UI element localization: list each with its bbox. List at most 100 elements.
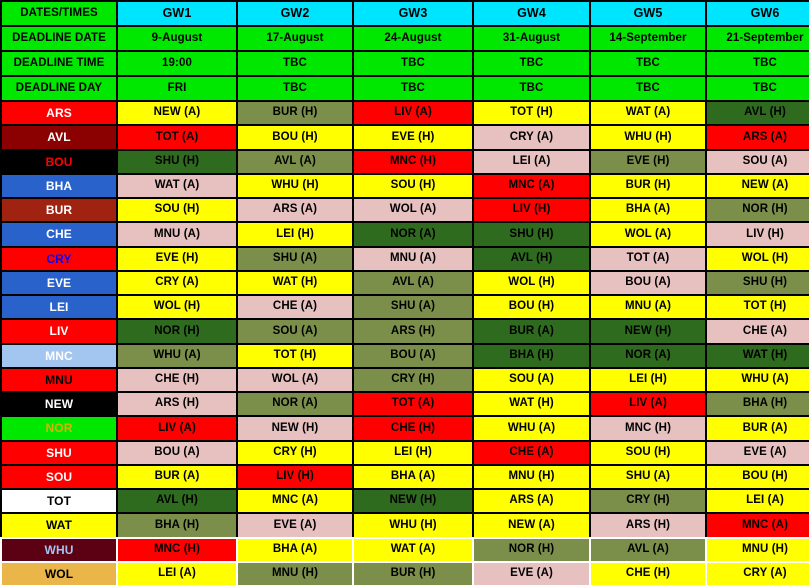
fixture-tot-gw6[interactable]: LEI (A) [707,490,809,513]
fixture-bha-gw3[interactable]: SOU (H) [354,174,472,197]
fixture-eve-gw5[interactable]: BOU (A) [591,271,705,294]
fixture-bur-gw3[interactable]: WOL (A) [354,199,472,222]
fixture-tot-gw2[interactable]: MNC (A) [238,490,352,513]
fixture-ars-gw3[interactable]: LIV (A) [354,102,472,125]
fixture-new-gw4[interactable]: WAT (H) [474,393,589,416]
fixture-bou-gw3[interactable]: MNC (H) [354,150,472,173]
header-gameweek-3[interactable]: GW3 [354,2,472,25]
fixture-eve-gw4[interactable]: WOL (H) [474,271,589,294]
fixture-avl-gw1[interactable]: TOT (A) [118,126,236,149]
fixture-bur-gw4[interactable]: LIV (H) [474,199,589,222]
fixture-bou-gw5[interactable]: EVE (H) [591,150,705,173]
fixture-bha-gw6[interactable]: NEW (A) [707,174,809,197]
fixture-ars-gw1[interactable]: NEW (A) [118,102,236,125]
fixture-bha-gw5[interactable]: BUR (H) [591,174,705,197]
fixture-bou-gw6[interactable]: SOU (A) [707,150,809,173]
fixture-nor-gw2[interactable]: NEW (H) [238,417,352,440]
fixture-ars-gw4[interactable]: TOT (H) [474,102,589,125]
fixture-mnu-gw4[interactable]: SOU (A) [474,368,589,391]
fixture-eve-gw1[interactable]: CRY (A) [118,271,236,294]
fixture-bha-gw2[interactable]: WHU (H) [238,174,352,197]
team-label-liv[interactable]: LIV [2,320,116,343]
fixture-mnu-gw6[interactable]: WHU (A) [707,368,809,391]
fixture-sou-gw6[interactable]: BOU (H) [707,465,809,488]
team-label-wol[interactable]: WOL [2,562,116,585]
fixture-mnc-gw2[interactable]: TOT (H) [238,344,352,367]
fixture-avl-gw3[interactable]: EVE (H) [354,126,472,149]
fixture-sou-gw1[interactable]: BUR (A) [118,465,236,488]
fixture-wat-gw1[interactable]: BHA (H) [118,514,236,537]
fixture-shu-gw5[interactable]: SOU (H) [591,441,705,464]
fixture-sou-gw2[interactable]: LIV (H) [238,465,352,488]
fixture-lei-gw1[interactable]: WOL (H) [118,296,236,319]
fixture-cry-gw6[interactable]: WOL (H) [707,247,809,270]
fixture-avl-gw4[interactable]: CRY (A) [474,126,589,149]
fixture-nor-gw5[interactable]: MNC (H) [591,417,705,440]
fixture-liv-gw3[interactable]: ARS (H) [354,320,472,343]
team-label-avl[interactable]: AVL [2,126,116,149]
fixture-wol-gw1[interactable]: LEI (A) [118,562,236,585]
fixture-wat-gw2[interactable]: EVE (A) [238,514,352,537]
team-label-sou[interactable]: SOU [2,465,116,488]
fixture-mnu-gw1[interactable]: CHE (H) [118,368,236,391]
header-gameweek-1[interactable]: GW1 [118,2,236,25]
fixture-lei-gw3[interactable]: SHU (A) [354,296,472,319]
team-label-mnu[interactable]: MNU [2,368,116,391]
fixture-lei-gw5[interactable]: MNU (A) [591,296,705,319]
fixture-bur-gw1[interactable]: SOU (H) [118,199,236,222]
fixture-bou-gw2[interactable]: AVL (A) [238,150,352,173]
fixture-eve-gw2[interactable]: WAT (H) [238,271,352,294]
fixture-whu-gw2[interactable]: BHA (A) [238,538,352,561]
fixture-new-gw1[interactable]: ARS (H) [118,393,236,416]
header-gameweek-2[interactable]: GW2 [238,2,352,25]
fixture-wat-gw6[interactable]: MNC (A) [707,514,809,537]
fixture-mnu-gw2[interactable]: WOL (A) [238,368,352,391]
fixture-mnc-gw6[interactable]: WAT (H) [707,344,809,367]
team-label-nor[interactable]: NOR [2,417,116,440]
team-label-whu[interactable]: WHU [2,538,116,561]
fixture-liv-gw2[interactable]: SOU (A) [238,320,352,343]
fixture-che-gw1[interactable]: MNU (A) [118,223,236,246]
fixture-cry-gw4[interactable]: AVL (H) [474,247,589,270]
fixture-tot-gw5[interactable]: CRY (H) [591,490,705,513]
fixture-wol-gw3[interactable]: BUR (H) [354,562,472,585]
fixture-eve-gw3[interactable]: AVL (A) [354,271,472,294]
header-gameweek-6[interactable]: GW6 [707,2,809,25]
header-gameweek-5[interactable]: GW5 [591,2,705,25]
fixture-liv-gw6[interactable]: CHE (A) [707,320,809,343]
fixture-whu-gw1[interactable]: MNC (H) [118,538,236,561]
team-label-wat[interactable]: WAT [2,514,116,537]
fixture-che-gw2[interactable]: LEI (H) [238,223,352,246]
fixture-wol-gw4[interactable]: EVE (A) [474,562,589,585]
fixture-whu-gw5[interactable]: AVL (A) [591,538,705,561]
fixture-tot-gw3[interactable]: NEW (H) [354,490,472,513]
fixture-nor-gw3[interactable]: CHE (H) [354,417,472,440]
fixture-avl-gw6[interactable]: ARS (A) [707,126,809,149]
fixture-che-gw3[interactable]: NOR (A) [354,223,472,246]
fixture-cry-gw1[interactable]: EVE (H) [118,247,236,270]
fixture-new-gw3[interactable]: TOT (A) [354,393,472,416]
fixture-avl-gw2[interactable]: BOU (H) [238,126,352,149]
team-label-cry[interactable]: CRY [2,247,116,270]
fixture-ars-gw5[interactable]: WAT (A) [591,102,705,125]
fixture-bou-gw1[interactable]: SHU (H) [118,150,236,173]
fixture-wol-gw5[interactable]: CHE (H) [591,562,705,585]
team-label-new[interactable]: NEW [2,393,116,416]
fixture-lei-gw2[interactable]: CHE (A) [238,296,352,319]
fixture-tot-gw4[interactable]: ARS (A) [474,490,589,513]
fixture-eve-gw6[interactable]: SHU (H) [707,271,809,294]
fixture-sou-gw5[interactable]: SHU (A) [591,465,705,488]
fixture-ars-gw2[interactable]: BUR (H) [238,102,352,125]
fixture-shu-gw4[interactable]: CHE (A) [474,441,589,464]
fixture-cry-gw2[interactable]: SHU (A) [238,247,352,270]
fixture-bha-gw1[interactable]: WAT (A) [118,174,236,197]
fixture-che-gw6[interactable]: LIV (H) [707,223,809,246]
fixture-wat-gw5[interactable]: ARS (H) [591,514,705,537]
team-label-bou[interactable]: BOU [2,150,116,173]
fixture-nor-gw6[interactable]: BUR (A) [707,417,809,440]
fixture-bha-gw4[interactable]: MNC (A) [474,174,589,197]
fixture-mnc-gw4[interactable]: BHA (H) [474,344,589,367]
fixture-che-gw4[interactable]: SHU (H) [474,223,589,246]
fixture-wol-gw2[interactable]: MNU (H) [238,562,352,585]
fixture-cry-gw5[interactable]: TOT (A) [591,247,705,270]
